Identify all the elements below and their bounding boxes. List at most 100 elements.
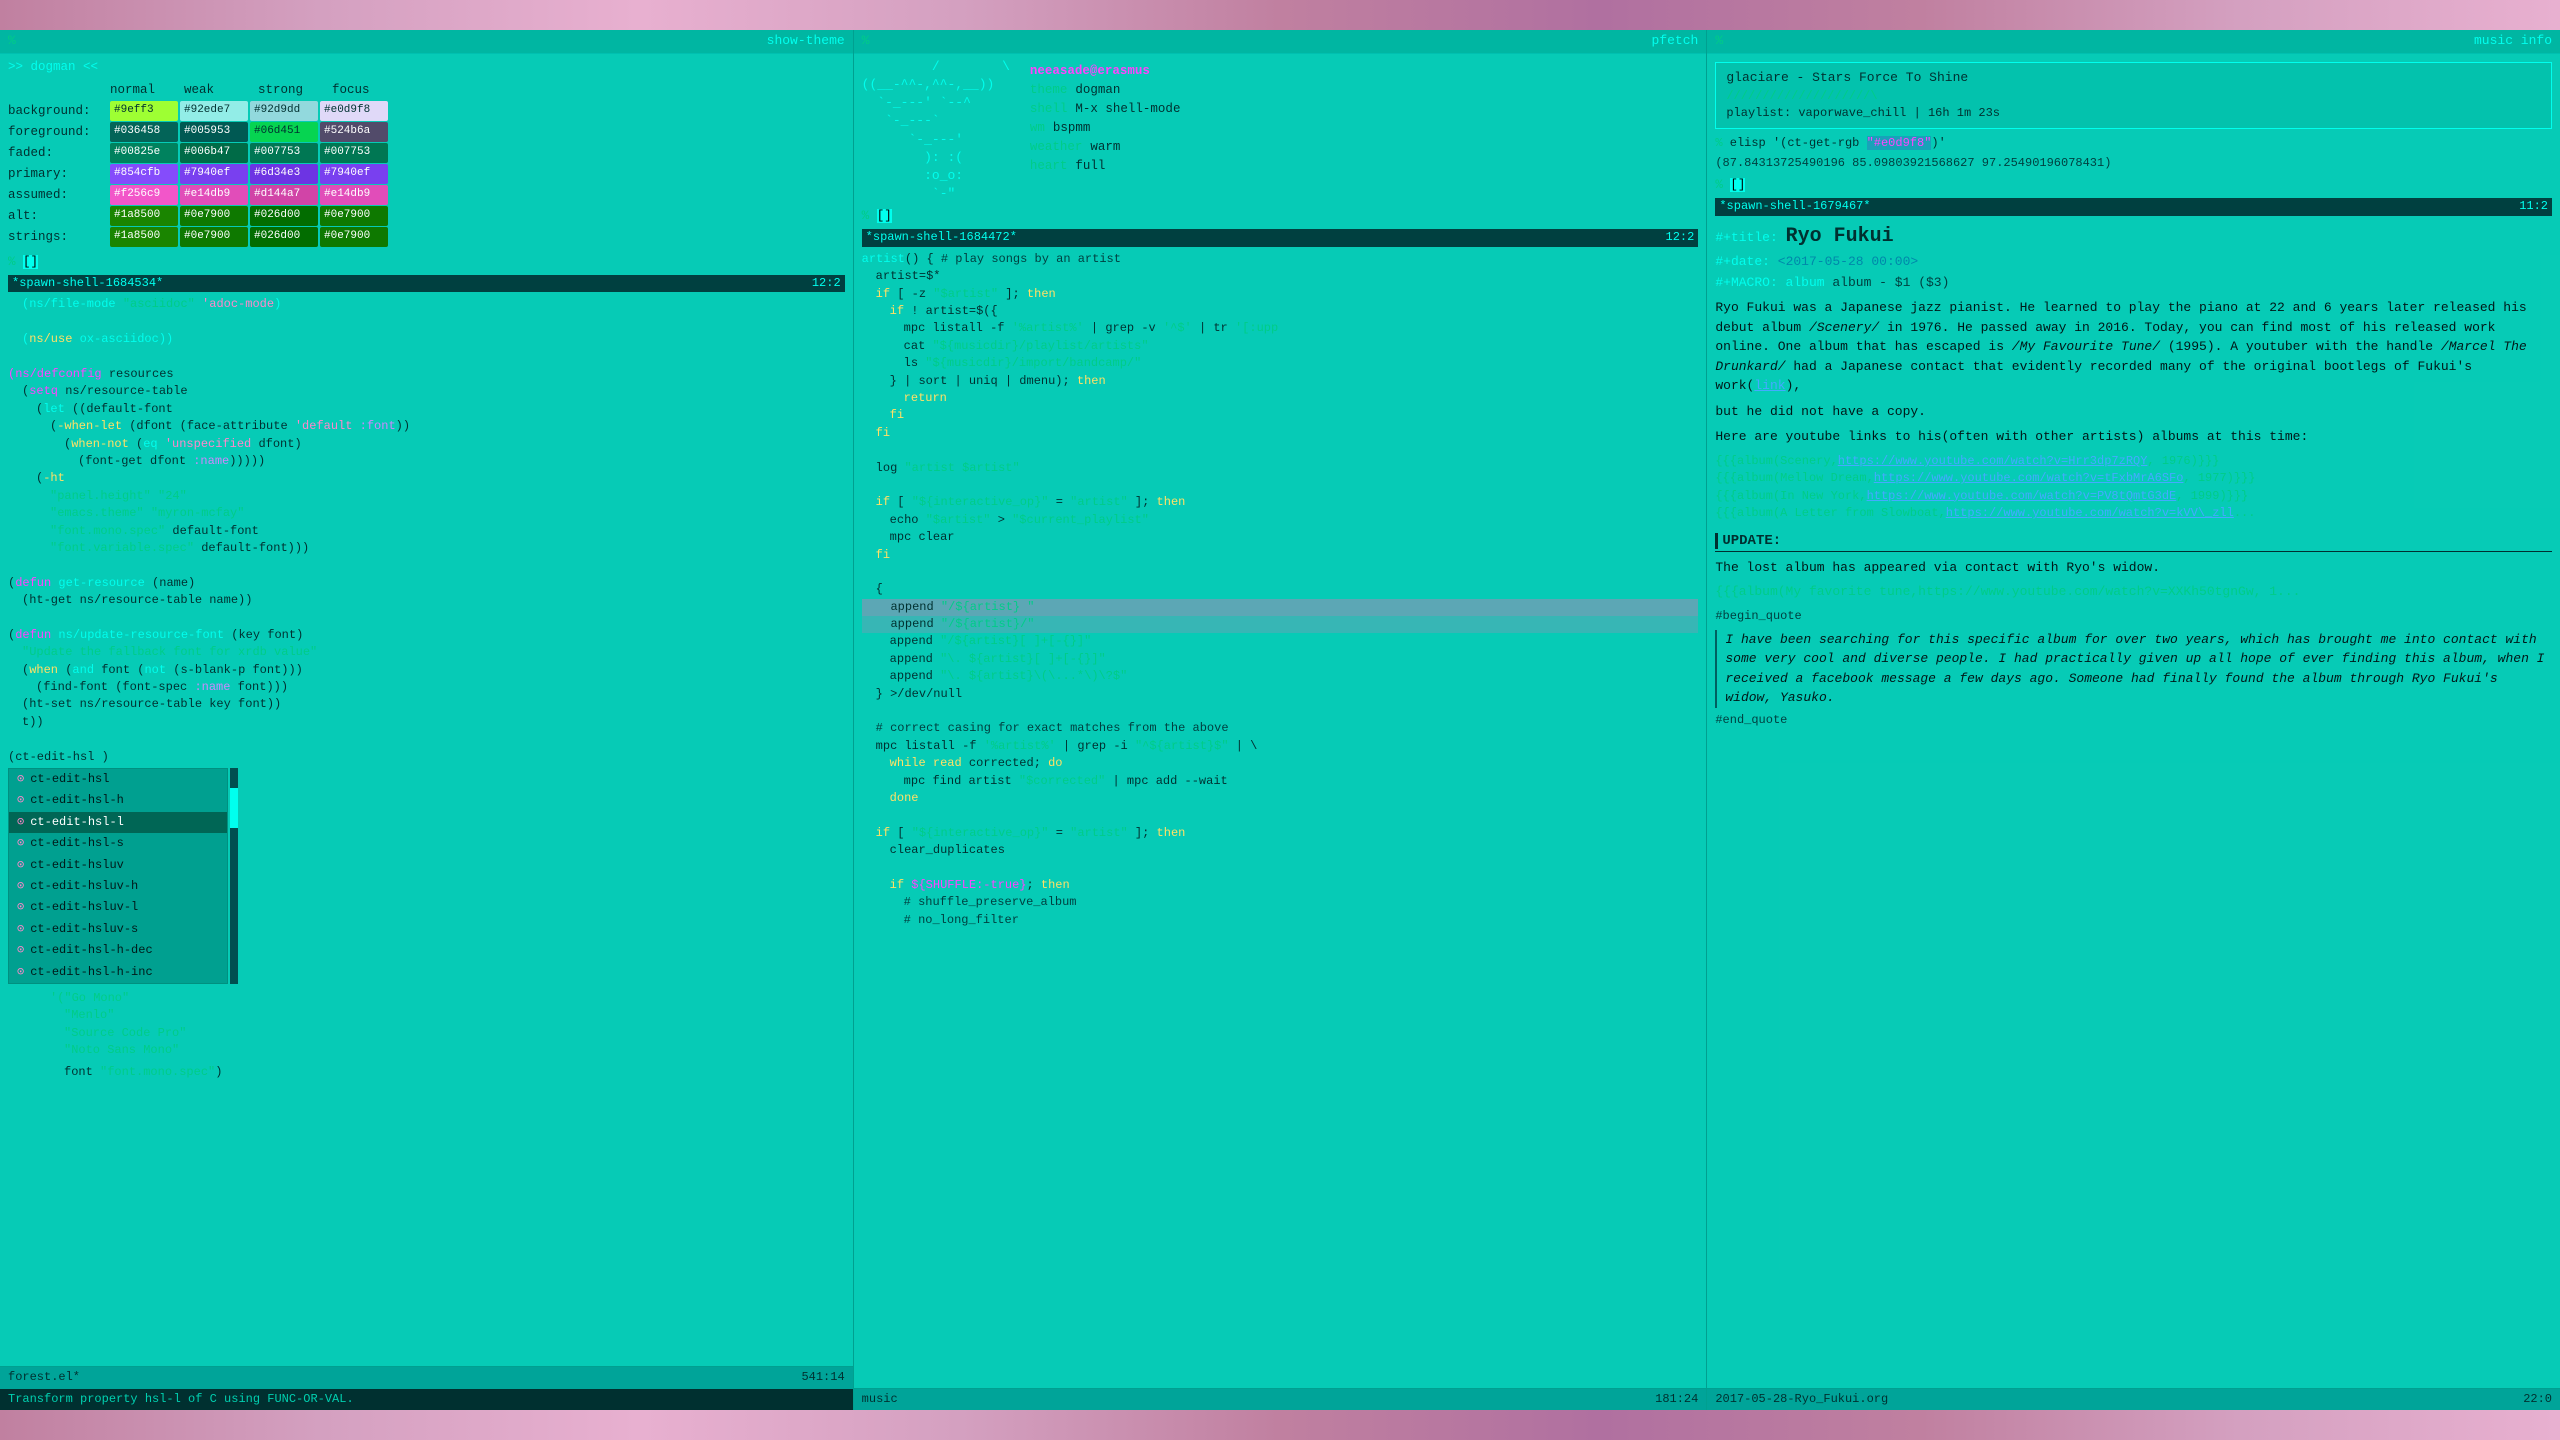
org-date: <2017-05-28 00:00> — [1778, 254, 1918, 269]
th-normal: normal — [110, 80, 182, 100]
bg-sw3: #92d9dd — [250, 101, 318, 121]
ac-item-8[interactable]: ⊙ct-edit-hsluv-s — [9, 919, 227, 940]
bg-sw2: #92ede7 — [180, 101, 248, 121]
term3-footer-left: 2017-05-28-Ryo_Fukui.org — [1715, 1391, 1888, 1408]
flower-band-bottom — [0, 1410, 2560, 1440]
org-title-line: #+title: Ryo Fukui — [1715, 222, 2552, 251]
music-playlist: playlist: vaporwave_chill | 16h 1m 23s — [1726, 105, 2541, 122]
term3-footer-right: 22:0 — [2523, 1391, 2552, 1408]
autocomplete-popup[interactable]: ⊙ct-edit-hsl ⊙ct-edit-hsl-h ⊙ct-edit-hsl… — [8, 768, 228, 984]
pfetch-theme-key: theme — [1030, 81, 1068, 99]
ac-item-4[interactable]: ⊙ct-edit-hsl-s — [9, 833, 227, 854]
org-date-line: #+date: <2017-05-28 00:00> — [1715, 253, 2552, 272]
pfetch-weather-key: weather — [1030, 138, 1083, 156]
elisp-cmd: elisp '(ct-get-rgb "#e0d9f8")' — [1730, 136, 1946, 150]
pfetch-info: neeasade@erasmus theme dogman shell M-x … — [1030, 58, 1181, 204]
org-body-2: but he did not have a copy. — [1715, 402, 2552, 422]
org-quote-section: #begin_quote I have been searching for t… — [1715, 608, 2552, 729]
strings-row: strings: #1a8500 #0e7900 #026d00 #0e7900 — [8, 227, 845, 247]
pr-sw3: #6d34e3 — [250, 164, 318, 184]
org-content: #+title: Ryo Fukui #+date: <2017-05-28 0… — [1715, 222, 2552, 729]
hl-append1: append "/${artist} " — [862, 599, 1699, 616]
term1-footer-left: forest.el* — [8, 1369, 80, 1386]
ac-item-6[interactable]: ⊙ct-edit-hsluv-h — [9, 876, 227, 897]
as-sw2: #e14db9 — [180, 185, 248, 205]
ac-item-7[interactable]: ⊙ct-edit-hsluv-l — [9, 897, 227, 918]
fd-sw1: #00825e — [110, 143, 178, 163]
pfetch-wm-row: wm bspmm — [1030, 119, 1181, 137]
bg-sw4: #e0d9f8 — [320, 101, 388, 121]
fg-row: foreground: #036458 #005953 #06d451 #524… — [8, 122, 845, 142]
as-sw4: #e14db9 — [320, 185, 388, 205]
scrollbar[interactable] — [230, 768, 238, 984]
term3-title: music info — [2474, 32, 2552, 51]
terminal-1: % show-theme >> dogman << normal weak st… — [0, 30, 854, 1410]
ac-item-10[interactable]: ⊙ct-edit-hsl-h-inc — [9, 962, 227, 983]
ac-item-1[interactable]: ⊙ct-edit-hsl — [9, 769, 227, 790]
font-list: '("Go Mono" "Menlo" "Source Code Pro" "N… — [8, 990, 845, 1060]
ac-item-5[interactable]: ⊙ct-edit-hsluv — [9, 855, 227, 876]
term2-footer-right: 181:24 — [1655, 1391, 1698, 1408]
font-spec-line: font "font.mono.spec") — [8, 1064, 845, 1081]
terminal-2: % pfetch / \ ((__-^^-,^^-,__)) `-_---' `… — [854, 30, 1708, 1410]
org-update-body: The lost album has appeared via contact … — [1715, 558, 2552, 578]
primary-label: primary: — [8, 164, 108, 184]
fd-sw4: #007753 — [320, 143, 388, 163]
ac-item-9[interactable]: ⊙ct-edit-hsl-h-dec — [9, 940, 227, 961]
begin-quote: #begin_quote — [1715, 608, 2552, 625]
org-albums: {{{album(Scenery,https://www.youtube.com… — [1715, 453, 2552, 523]
term1-body[interactable]: >> dogman << normal weak strong focus ba… — [0, 54, 853, 1366]
pfetch-user-row: neeasade@erasmus — [1030, 62, 1181, 80]
as-sw1: #f256c9 — [110, 185, 178, 205]
fg-sw2: #005953 — [180, 122, 248, 142]
app-container: % show-theme >> dogman << normal weak st… — [0, 0, 2560, 1440]
pfetch-shell-row: shell M-x shell-mode — [1030, 100, 1181, 118]
music-info-box: glaciare - Stars Force To Shine ////////… — [1715, 62, 2552, 130]
term1-status: Transform property hsl-l of C using FUNC… — [0, 1389, 853, 1410]
bg-row: background: #9eff3 #92ede7 #92d9dd #e0d9… — [8, 101, 845, 121]
st-sw1: #1a8500 — [110, 227, 178, 247]
term2-modeline: *spawn-shell-1684472* 12:2 — [862, 229, 1699, 246]
pfetch-shell-key: shell — [1030, 100, 1068, 118]
term2-footer-left: music — [862, 1391, 898, 1408]
term3-body[interactable]: glaciare - Stars Force To Shine ////////… — [1707, 54, 2560, 1388]
pfetch-weather-val: warm — [1090, 138, 1120, 156]
term2-title: pfetch — [1652, 32, 1699, 51]
pfetch-username: neeasade@erasmus — [1030, 62, 1150, 80]
as-sw3: #d144a7 — [250, 185, 318, 205]
scrollbar-thumb[interactable] — [230, 788, 238, 828]
music-title: glaciare - Stars Force To Shine — [1726, 69, 2541, 88]
assumed-label: assumed: — [8, 185, 108, 205]
ac-item-3[interactable]: ⊙ct-edit-hsl-l — [9, 812, 227, 833]
alt-label: alt: — [8, 206, 108, 226]
music-bars: ////////////////////\ — [1726, 88, 2541, 105]
term1-status-text: Transform property hsl-l of C using FUNC… — [8, 1392, 354, 1406]
code-block-1: (ns/file-mode "asciidoc" 'adoc-mode) (ns… — [8, 296, 845, 766]
fg-sw4: #524b6a — [320, 122, 388, 142]
pfetch-wm-val: bspmm — [1053, 119, 1091, 137]
elisp-result: (87.84313725490196 85.09803921568627 97.… — [1715, 155, 2552, 172]
flower-band-top — [0, 0, 2560, 30]
modeline2-left: *spawn-shell-1684472* — [866, 229, 1017, 246]
pfetch-theme-row: theme dogman — [1030, 81, 1181, 99]
album-1: {{{album(Scenery,https://www.youtube.com… — [1715, 453, 2552, 470]
org-macro: album - $1 ($3) — [1832, 275, 1949, 290]
assumed-row: assumed: #f256c9 #e14db9 #d144a7 #e14db9 — [8, 185, 845, 205]
st-sw3: #026d00 — [250, 227, 318, 247]
terminals-row: % show-theme >> dogman << normal weak st… — [0, 30, 2560, 1410]
pfetch-theme-val: dogman — [1075, 81, 1120, 99]
fd-sw3: #007753 — [250, 143, 318, 163]
elisp-section: % elisp '(ct-get-rgb "#e0d9f8")' (87.843… — [1715, 135, 2552, 172]
th-strong: strong — [258, 80, 330, 100]
term2-body[interactable]: / \ ((__-^^-,^^-,__)) `-_---' `--^ `-_--… — [854, 54, 1707, 1388]
term1-title: show-theme — [767, 32, 845, 51]
al-sw4: #0e7900 — [320, 206, 388, 226]
term1-header: % show-theme — [0, 30, 853, 54]
album-3: {{{album(In New York,https://www.youtube… — [1715, 488, 2552, 505]
term1-modeline: *spawn-shell-1684534* 12:2 — [8, 275, 845, 292]
theme-headers: normal weak strong focus — [8, 80, 845, 100]
update-heading: UPDATE: — [1715, 533, 1781, 549]
pfetch-heart-row: heart full — [1030, 157, 1181, 175]
ac-item-2[interactable]: ⊙ct-edit-hsl-h — [9, 790, 227, 811]
term3-header: % music info — [1707, 30, 2560, 54]
